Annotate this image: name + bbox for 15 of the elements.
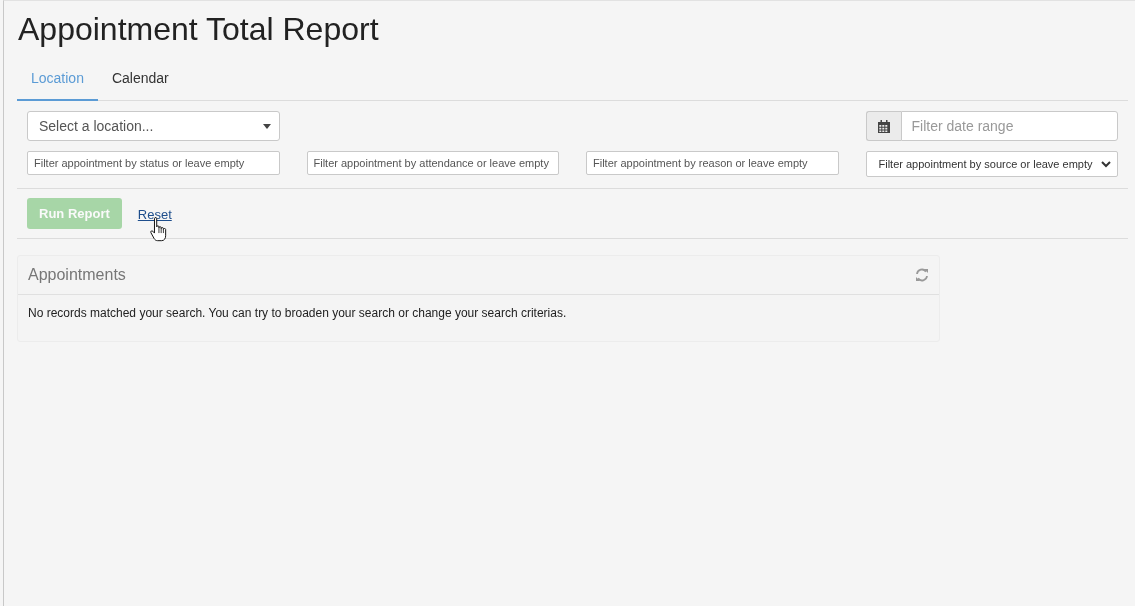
page-title: Appointment Total Report	[18, 11, 380, 47]
chevron-icon	[1101, 160, 1111, 168]
reset-link[interactable]: Reset	[137, 206, 172, 222]
calendar-icon	[877, 119, 890, 133]
filter-select[interactable]: Filter appointment by source or leave empty	[865, 151, 1118, 177]
panel-title: Appointments	[28, 265, 126, 285]
tab[interactable]: Calendar	[97, 61, 183, 101]
empty-message: No records matched your search. You can try to broaden your search or change your search criterias.	[28, 305, 568, 322]
filter-field[interactable]: Filter appointment by attendance or leave empty	[306, 151, 559, 175]
refresh-icon[interactable]	[915, 268, 929, 282]
date-range-field[interactable]: Filter date range	[900, 111, 1118, 141]
filter-field[interactable]: Filter appointment by reason or leave empty	[586, 151, 839, 175]
caret-icon	[262, 123, 271, 129]
filter-field[interactable]: Filter appointment by status or leave empty	[27, 151, 280, 175]
location-select[interactable]: Select a location...	[27, 111, 280, 141]
